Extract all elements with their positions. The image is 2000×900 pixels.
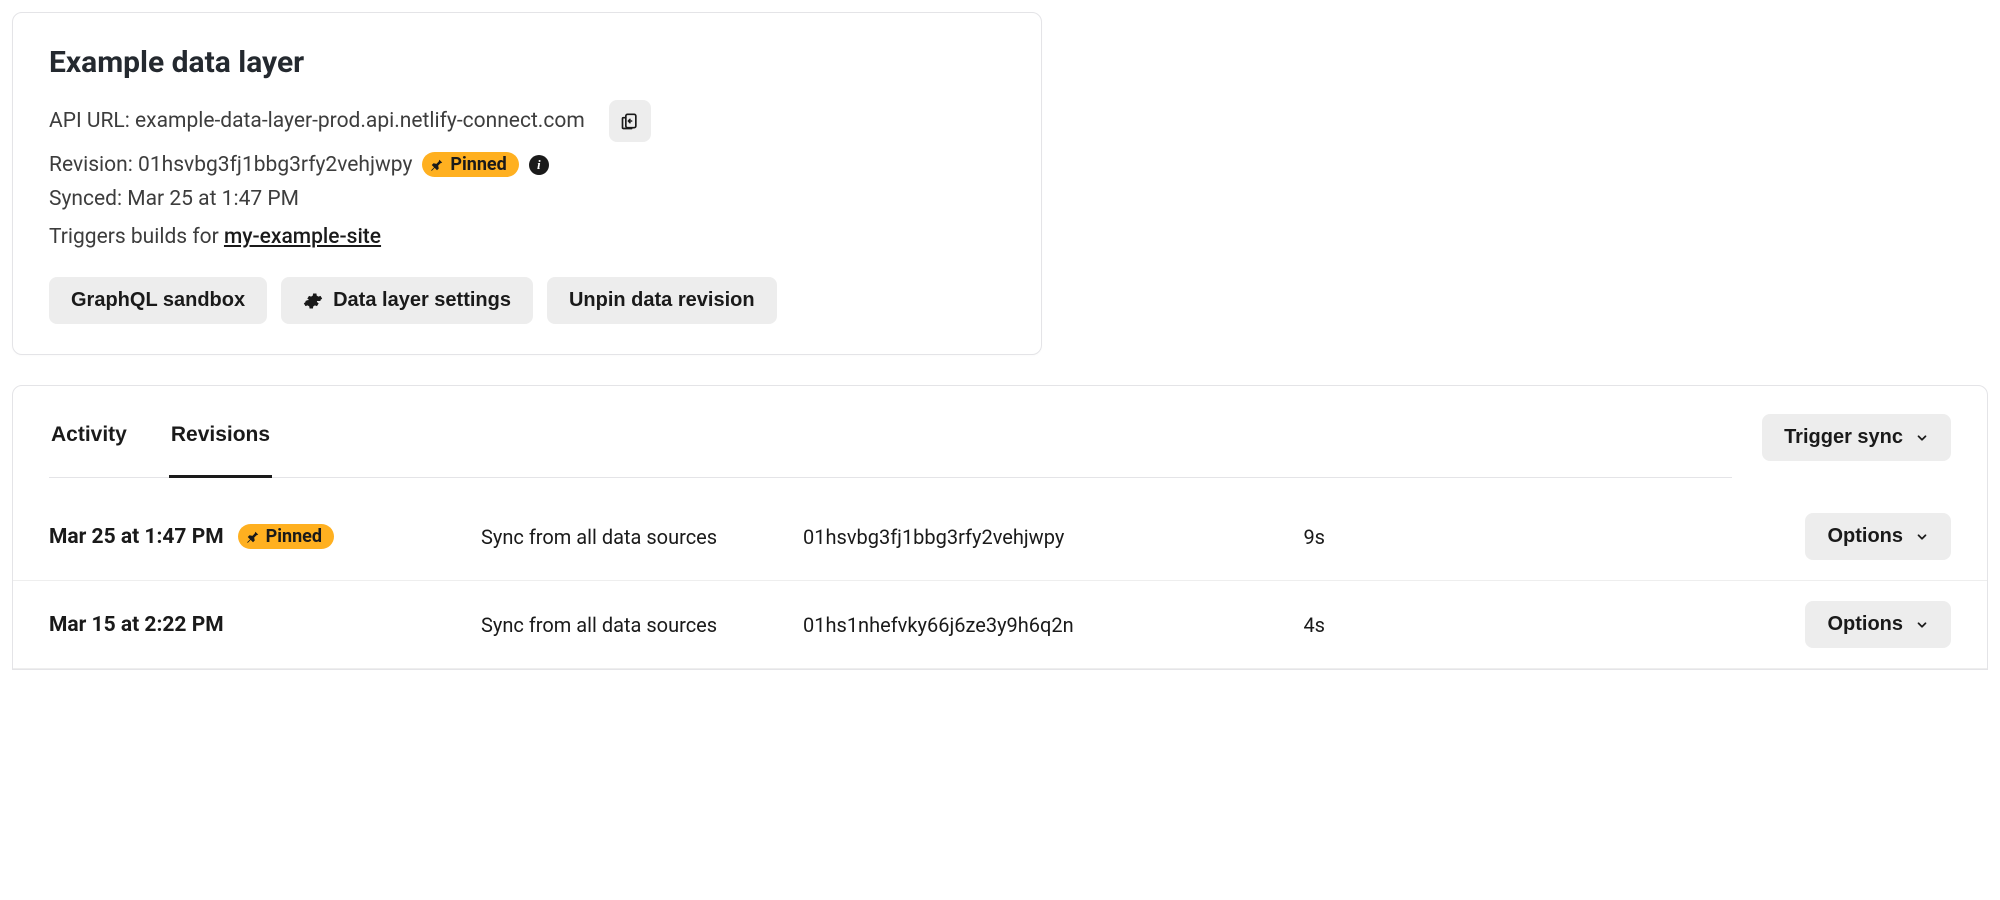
revision-time: Mar 15 at 2:22 PM [49,613,224,637]
revision-duration: 9s [1245,525,1325,549]
revision-time-cell: Mar 15 at 2:22 PM [49,613,469,637]
clipboard-icon [620,111,640,131]
synced-label: Synced: [49,187,122,211]
tab-revisions[interactable]: Revisions [169,415,272,478]
chevron-down-icon [1915,530,1929,544]
tab-activity[interactable]: Activity [49,415,129,478]
revision-options-cell: Options [1805,601,1951,648]
data-layer-settings-button[interactable]: Data layer settings [281,277,533,324]
options-label: Options [1827,525,1903,548]
api-url-label: API URL: [49,109,130,133]
unpin-revision-button[interactable]: Unpin data revision [547,277,777,324]
revision-id: 01hsvbg3fj1bbg3rfy2vehjwpy [803,525,1233,549]
panel-header: Activity Revisions Trigger sync [13,386,1987,479]
revision-line: Revision: 01hsvbg3fj1bbg3rfy2vehjwpy Pin… [49,152,1005,177]
pin-icon [430,158,444,172]
triggers-site-link[interactable]: my-example-site [224,225,381,249]
synced-line: Synced: Mar 25 at 1:47 PM [49,187,1005,211]
api-url-line: API URL: example-data-layer-prod.api.net… [49,100,1005,142]
revision-source: Sync from all data sources [481,525,791,549]
data-layer-card: Example data layer API URL: example-data… [12,12,1042,355]
api-url-value: example-data-layer-prod.api.netlify-conn… [135,109,585,133]
revisions-panel: Activity Revisions Trigger sync Mar 25 a… [12,385,1988,670]
pin-icon [246,530,260,544]
tabs: Activity Revisions [49,415,1732,478]
pinned-badge-label: Pinned [450,154,506,175]
chevron-down-icon [1915,431,1929,445]
data-layer-title: Example data layer [49,45,1005,80]
pinned-badge: Pinned [238,524,334,549]
graphql-sandbox-button[interactable]: GraphQL sandbox [49,277,267,324]
revision-time: Mar 25 at 1:47 PM [49,525,224,549]
trigger-sync-button[interactable]: Trigger sync [1762,414,1951,461]
info-icon[interactable]: i [529,155,549,175]
triggers-prefix: Triggers builds for [49,225,219,249]
revision-id: 01hs1nhefvky66j6ze3y9h6q2n [803,613,1233,637]
settings-button-label: Data layer settings [333,289,511,312]
table-row: Mar 15 at 2:22 PM Sync from all data sou… [13,581,1987,669]
revision-value: 01hsvbg3fj1bbg3rfy2vehjwpy [138,153,412,177]
revision-source: Sync from all data sources [481,613,791,637]
revisions-rows: Mar 25 at 1:47 PM Pinned Sync from all d… [13,479,1987,669]
revision-options-cell: Options [1805,513,1951,560]
chevron-down-icon [1915,618,1929,632]
action-buttons: GraphQL sandbox Data layer settings Unpi… [49,277,1005,324]
trigger-sync-label: Trigger sync [1784,426,1903,449]
revision-label: Revision: [49,153,133,177]
table-row: Mar 25 at 1:47 PM Pinned Sync from all d… [13,479,1987,581]
gear-icon [303,291,323,311]
copy-api-url-button[interactable] [609,100,651,142]
revision-options-button[interactable]: Options [1805,601,1951,648]
revision-options-button[interactable]: Options [1805,513,1951,560]
revision-duration: 4s [1245,613,1325,637]
pinned-badge-label: Pinned [266,526,322,547]
pinned-badge: Pinned [422,152,518,177]
options-label: Options [1827,613,1903,636]
synced-value: Mar 25 at 1:47 PM [127,187,299,211]
revision-time-cell: Mar 25 at 1:47 PM Pinned [49,524,469,549]
triggers-line: Triggers builds for my-example-site [49,225,1005,249]
